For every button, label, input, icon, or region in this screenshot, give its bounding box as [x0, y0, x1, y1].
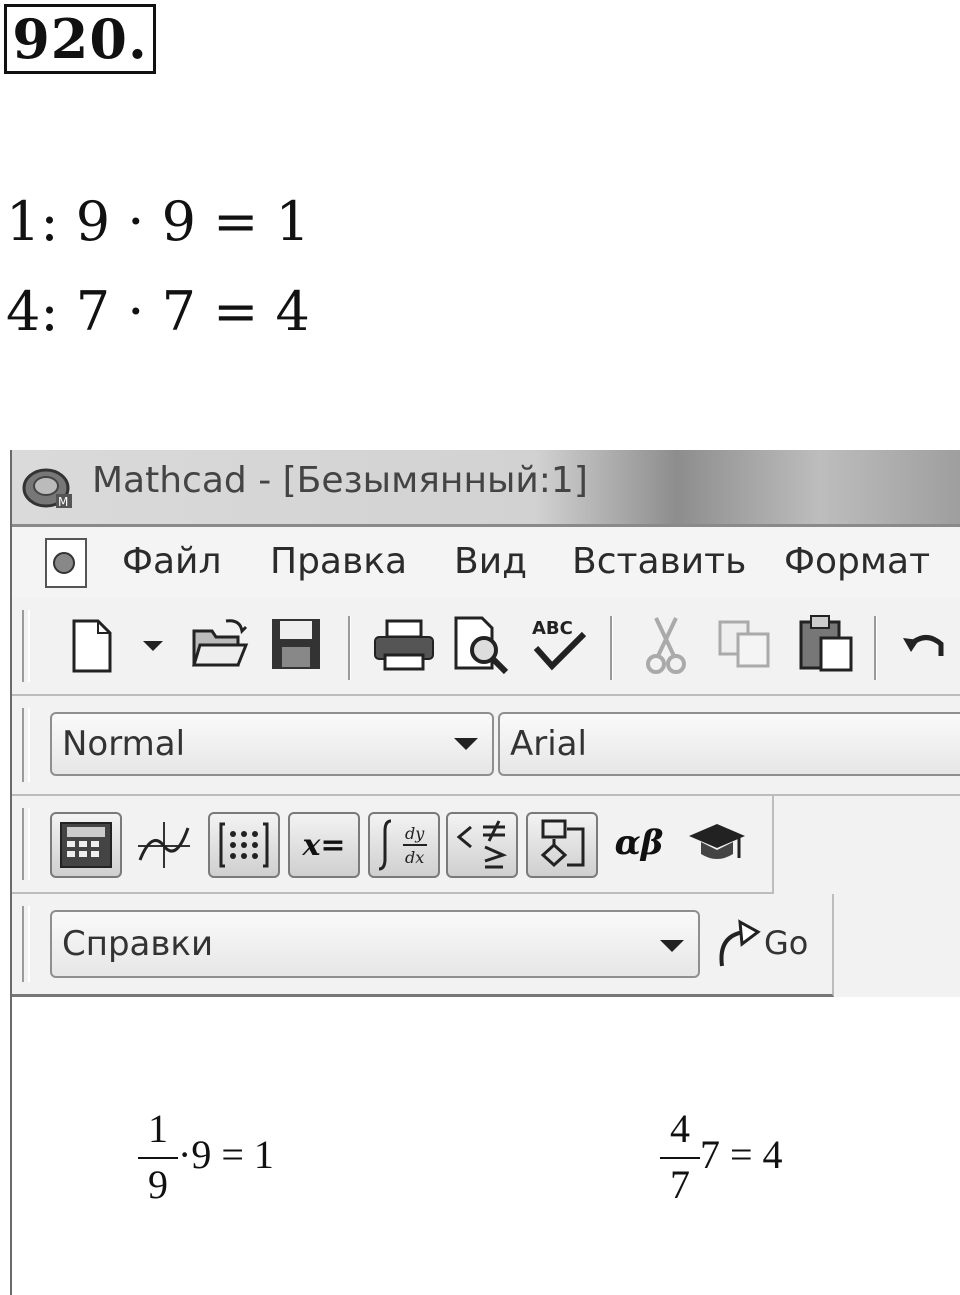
spell-check-text: ABC — [532, 618, 573, 639]
go-button[interactable]: Go — [764, 924, 808, 962]
undo-icon[interactable] — [898, 618, 952, 674]
document-icon[interactable] — [42, 537, 92, 589]
mathcad-window: M Mathcad - [Безымянный:1] Файл Правка В… — [10, 450, 960, 1295]
toolbar-grip[interactable] — [22, 708, 30, 782]
toolbar-separator — [348, 616, 351, 680]
boolean-icon[interactable] — [446, 812, 518, 878]
calculator-icon[interactable] — [50, 812, 122, 878]
font-select[interactable]: Arial — [498, 712, 960, 776]
save-icon[interactable] — [266, 614, 326, 674]
svg-text:dy: dy — [405, 824, 425, 843]
fraction-1-denominator: 9 — [148, 1162, 168, 1207]
greek-button[interactable]: αβ — [608, 814, 670, 872]
programming-icon[interactable] — [526, 812, 598, 878]
paste-icon[interactable] — [794, 612, 858, 676]
fraction-1-numerator: 1 — [148, 1106, 168, 1151]
cut-icon[interactable] — [642, 614, 690, 676]
menu-edit[interactable]: Правка — [270, 541, 407, 582]
equation-2: 4: 7 · 7 = 4 — [6, 280, 310, 343]
equation-1: 1: 9 · 9 = 1 — [6, 190, 310, 253]
copy-icon[interactable] — [714, 614, 774, 674]
chevron-down-icon[interactable] — [454, 738, 478, 750]
greek-label: αβ — [614, 823, 664, 863]
window-title: Mathcad - [Безымянный:1] — [92, 460, 588, 501]
go-arrow-icon[interactable] — [712, 914, 764, 974]
new-document-icon[interactable] — [64, 616, 120, 676]
formatting-toolbar: Normal Arial — [12, 696, 960, 796]
spell-check-icon[interactable]: ABC — [526, 612, 592, 676]
print-preview-icon[interactable] — [450, 614, 512, 676]
open-folder-icon[interactable] — [188, 614, 252, 674]
resources-select[interactable]: Справки — [50, 910, 700, 978]
graph-icon[interactable] — [134, 816, 194, 874]
expression-2-rest: 7 = 4 — [700, 1132, 783, 1177]
dropdown-arrow-icon[interactable] — [138, 636, 168, 656]
toolbar-grip[interactable] — [22, 808, 30, 880]
worksheet[interactable]: 1 9 ·9 = 1 4 7 7 = 4 — [12, 997, 960, 1295]
math-toolbar: x= dy dx αβ — [12, 796, 774, 894]
evaluation-button[interactable]: x= — [288, 812, 360, 878]
standard-toolbar: ABC — [12, 598, 960, 696]
menu-view[interactable]: Вид — [454, 541, 527, 582]
mathcad-app-icon: M — [22, 468, 72, 509]
task-number: 920. — [4, 4, 156, 74]
evaluation-label: x= — [302, 827, 346, 863]
toolbar-grip[interactable] — [22, 906, 30, 982]
style-select[interactable]: Normal — [50, 712, 494, 776]
fraction-2: 4 7 — [660, 1109, 700, 1205]
calculus-icon[interactable]: dy dx — [368, 812, 440, 878]
style-select-value: Normal — [62, 724, 186, 764]
menu-insert[interactable]: Вставить — [572, 541, 746, 582]
fraction-2-numerator: 4 — [670, 1106, 690, 1151]
svg-text:dx: dx — [405, 848, 424, 867]
resources-select-value: Справки — [62, 924, 214, 964]
menu-format[interactable]: Формат — [784, 541, 930, 582]
graduation-cap-icon[interactable] — [684, 814, 750, 872]
fraction-1: 1 9 — [138, 1109, 178, 1205]
toolbar-separator — [874, 616, 877, 680]
toolbar-separator — [610, 616, 613, 680]
expression-1-rest: ·9 = 1 — [178, 1132, 274, 1177]
toolbar-grip[interactable] — [22, 610, 30, 682]
resources-toolbar: Справки Go — [12, 894, 834, 997]
fraction-2-denominator: 7 — [670, 1162, 690, 1207]
print-icon[interactable] — [370, 614, 438, 674]
title-bar: M Mathcad - [Безымянный:1] — [12, 450, 960, 524]
matrix-icon[interactable] — [208, 812, 280, 878]
svg-text:M: M — [58, 495, 68, 509]
font-select-value: Arial — [510, 724, 587, 764]
menu-bar: Файл Правка Вид Вставить Формат — [12, 524, 960, 601]
chevron-down-icon[interactable] — [660, 940, 684, 952]
menu-file[interactable]: Файл — [122, 541, 221, 582]
